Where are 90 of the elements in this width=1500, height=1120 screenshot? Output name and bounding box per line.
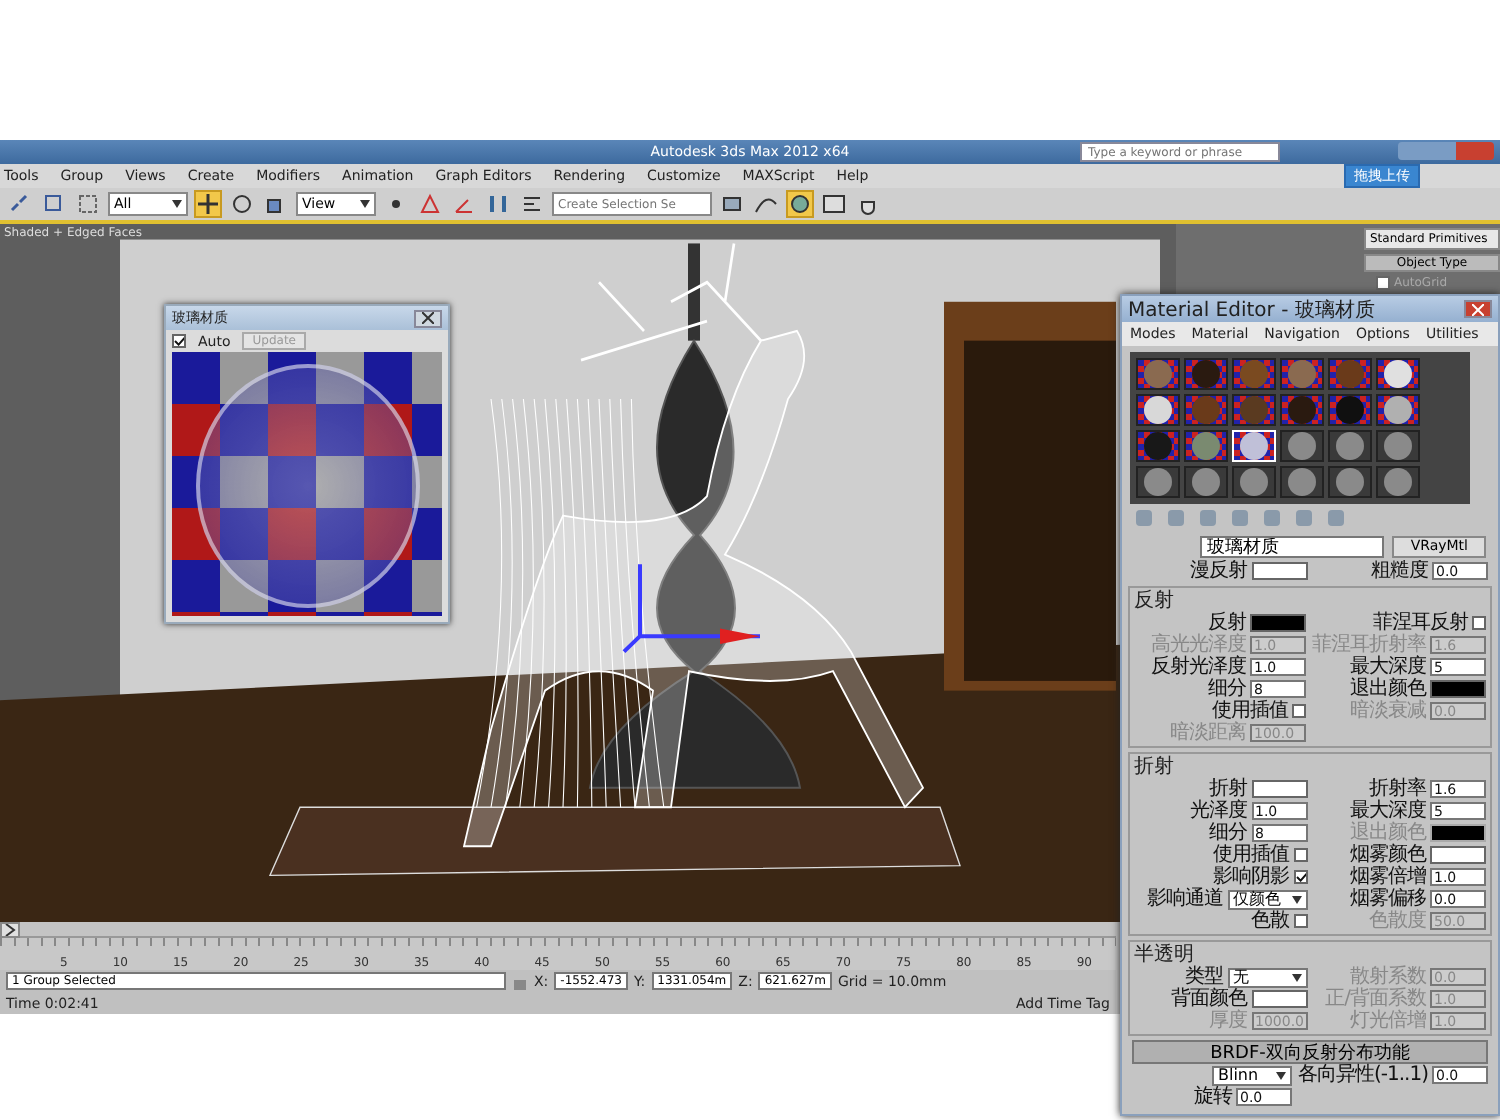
- dropdown-value: Blinn: [1218, 1066, 1259, 1084]
- select-icon: [42, 192, 66, 216]
- dropdown-value: 无: [1233, 968, 1249, 986]
- link-icon: [8, 192, 32, 216]
- close-button[interactable]: [414, 309, 442, 327]
- dropdown[interactable]: Blinn: [1212, 1065, 1292, 1085]
- rotate-icon: [230, 192, 254, 216]
- field-label: 反射: [1208, 612, 1246, 634]
- field-label: 影响阴影: [1213, 866, 1289, 888]
- field-label: 退出颜色: [1350, 822, 1426, 844]
- field-label: 使用插值: [1212, 700, 1288, 722]
- field-label: 光泽度: [1190, 800, 1247, 822]
- checkbox[interactable]: [1293, 848, 1307, 862]
- group-title: 半透明: [1134, 944, 1194, 966]
- align-icon: [520, 192, 544, 216]
- sample-slot[interactable]: [1136, 394, 1180, 426]
- transform-gizmo-icon: [622, 562, 762, 654]
- checkbox[interactable]: [1472, 616, 1486, 630]
- field-label: 烟雾倍增: [1350, 866, 1426, 888]
- field-label: 菲涅耳反射: [1373, 612, 1468, 634]
- field-label: 高光光泽度: [1151, 634, 1246, 656]
- field-label: 折射率: [1369, 778, 1426, 800]
- close-button[interactable]: [1464, 300, 1492, 318]
- field-label: 厚度: [1209, 1010, 1247, 1032]
- toolbar-button[interactable]: [228, 190, 256, 218]
- field-label: 暗淡距离: [1170, 722, 1246, 744]
- field-label: 烟雾偏移: [1350, 888, 1426, 910]
- field-label: 灯光倍增: [1350, 1010, 1426, 1032]
- field-label: 漫反射: [1190, 560, 1247, 582]
- dropdown[interactable]: 仅颜色: [1227, 889, 1307, 909]
- group-title: 折射: [1134, 756, 1176, 778]
- field-label: 菲涅耳折射率: [1312, 634, 1426, 656]
- field-label: 类型: [1185, 966, 1223, 988]
- field-label: 最大深度: [1350, 800, 1426, 822]
- field-label: 旋转: [1194, 1086, 1232, 1108]
- checkbox[interactable]: [1293, 914, 1307, 928]
- color-swatch[interactable]: [1251, 562, 1307, 580]
- caret-icon: [1291, 973, 1301, 981]
- field-label: 烟雾颜色: [1350, 844, 1426, 866]
- color-swatch[interactable]: [1250, 614, 1306, 632]
- group-title: 反射: [1134, 590, 1176, 612]
- close-icon: [422, 312, 434, 324]
- curve-icon: [754, 192, 778, 216]
- close-icon: [1472, 303, 1484, 315]
- caret-icon: [360, 200, 370, 208]
- field-label: 散射系数: [1350, 966, 1426, 988]
- caret-icon: [172, 200, 182, 208]
- checkbox[interactable]: [1293, 870, 1307, 884]
- color-swatch[interactable]: [1430, 680, 1486, 698]
- checkbox[interactable]: [1376, 276, 1390, 290]
- checkbox[interactable]: [1292, 704, 1306, 718]
- move-icon: [196, 192, 220, 216]
- field-label: 最大深度: [1350, 656, 1426, 678]
- field-label: 各向异性(-1..1): [1298, 1064, 1428, 1086]
- caret-icon: [1276, 1071, 1286, 1079]
- layer-icon: [720, 192, 744, 216]
- snap-icon: [418, 192, 442, 216]
- field-label: 正/背面系数: [1325, 988, 1426, 1010]
- render-icon: [788, 192, 812, 216]
- field-label: 使用插值: [1213, 844, 1289, 866]
- toolbar-button[interactable]: [820, 190, 848, 218]
- sample-slot[interactable]: [1376, 394, 1420, 426]
- sample-slot[interactable]: [1376, 358, 1420, 390]
- rollout-header[interactable]: BRDF-双向反射分布功能: [1132, 1040, 1488, 1064]
- toolbar-button[interactable]: [786, 190, 814, 218]
- color-swatch[interactable]: [1251, 990, 1307, 1008]
- toolbar-button[interactable]: [194, 190, 222, 218]
- field-label: 细分: [1208, 678, 1246, 700]
- field-label: 退出颜色: [1350, 678, 1426, 700]
- field-label: 反射光泽度: [1151, 656, 1246, 678]
- dropdown-value: 仅颜色: [1233, 890, 1281, 908]
- caret-icon: [1291, 895, 1301, 903]
- field-label: 背面颜色: [1171, 988, 1247, 1010]
- field-label: 折射: [1209, 778, 1247, 800]
- field-label: 色散度: [1369, 910, 1426, 932]
- check-icon: [174, 336, 184, 346]
- field-label: 细分: [1209, 822, 1247, 844]
- frame-arrow-button[interactable]: [0, 922, 20, 938]
- field-label: 暗淡衰减: [1350, 700, 1426, 722]
- field-label: 影响通道: [1147, 888, 1223, 910]
- region-icon: [76, 192, 100, 216]
- field-label: 色散: [1251, 910, 1289, 932]
- window-title: Material Editor - 玻璃材质: [1128, 297, 1375, 323]
- mirror-icon: [486, 192, 510, 216]
- auto-checkbox[interactable]: [172, 334, 186, 348]
- check-icon: [1295, 872, 1305, 882]
- frame-icon: [822, 192, 846, 216]
- color-swatch[interactable]: [1430, 846, 1486, 864]
- color-swatch[interactable]: [1251, 780, 1307, 798]
- dropdown[interactable]: 无: [1227, 967, 1307, 987]
